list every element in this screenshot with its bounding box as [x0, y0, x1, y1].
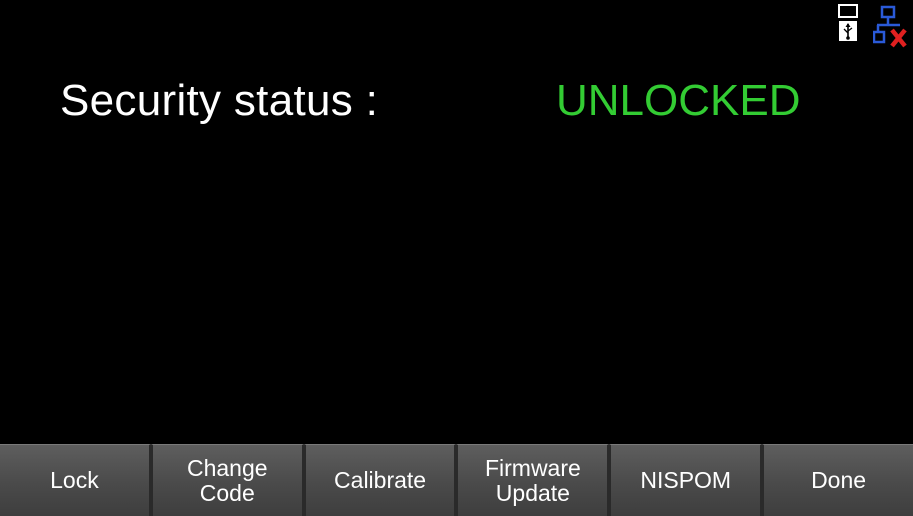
nispom-softkey[interactable]: NISPOM — [609, 444, 763, 516]
status-icon-area — [837, 4, 907, 50]
security-status-label: Security status : — [60, 76, 379, 125]
softkey-bar: Lock Change Code Calibrate Firmware Upda… — [0, 444, 913, 516]
lock-softkey[interactable]: Lock — [0, 444, 151, 516]
change-code-softkey[interactable]: Change Code — [150, 444, 304, 516]
instrument-screen: Security status : UNLOCKED Lock Change C… — [0, 0, 913, 516]
lan-disconnected-icon — [873, 4, 907, 50]
calibrate-softkey[interactable]: Calibrate — [303, 444, 457, 516]
security-status-value: UNLOCKED — [556, 76, 801, 125]
usb-storage-icon — [837, 4, 859, 44]
done-softkey[interactable]: Done — [762, 444, 913, 516]
firmware-update-softkey[interactable]: Firmware Update — [456, 444, 610, 516]
